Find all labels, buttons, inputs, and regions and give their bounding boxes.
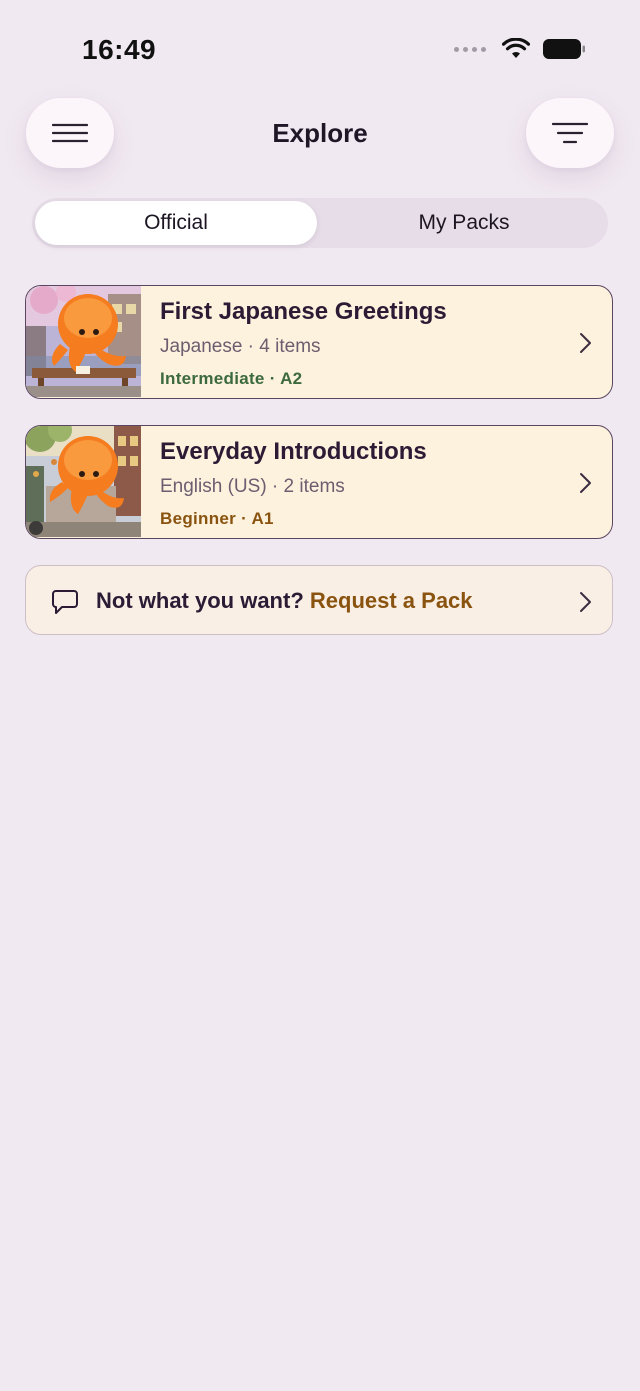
pack-meta: English (US) · 2 items (160, 476, 345, 497)
pack-title: Everyday Introductions (160, 438, 427, 465)
tab-official[interactable]: Official (35, 201, 317, 245)
request-pack-button[interactable]: Not what you want? Request a Pack (25, 565, 613, 635)
request-pack-text: Not what you want? Request a Pack (96, 588, 473, 614)
pack-thumbnail (26, 286, 141, 397)
chevron-right-icon (580, 333, 591, 353)
filter-button[interactable] (526, 98, 614, 168)
wifi-icon (502, 38, 530, 58)
pack-card[interactable]: Everyday Introductions English (US) · 2 … (25, 425, 613, 539)
pack-thumbnail (26, 426, 141, 537)
pack-level: Beginner · A1 (160, 509, 274, 528)
pack-level: Intermediate · A2 (160, 369, 303, 388)
tab-my-packs[interactable]: My Packs (323, 201, 605, 245)
filter-icon (552, 122, 588, 144)
status-bar: 16:49 (0, 0, 640, 100)
chevron-right-icon (580, 473, 591, 493)
status-time: 16:49 (82, 34, 157, 65)
pack-meta: Japanese · 4 items (160, 336, 321, 357)
pack-card[interactable]: First Japanese Greetings Japanese · 4 it… (25, 285, 613, 399)
cellular-signal-icon (454, 46, 486, 52)
navigation-header: Explore (0, 98, 640, 170)
pack-title: First Japanese Greetings (160, 298, 447, 325)
battery-icon (543, 39, 585, 59)
pack-source-segmented-control: Official My Packs (32, 198, 608, 248)
chevron-right-icon (580, 592, 591, 612)
request-pack-prefix: Not what you want? (96, 588, 304, 613)
chat-bubble-icon (52, 590, 78, 614)
request-pack-link[interactable]: Request a Pack (310, 588, 473, 613)
status-icons (454, 38, 586, 60)
